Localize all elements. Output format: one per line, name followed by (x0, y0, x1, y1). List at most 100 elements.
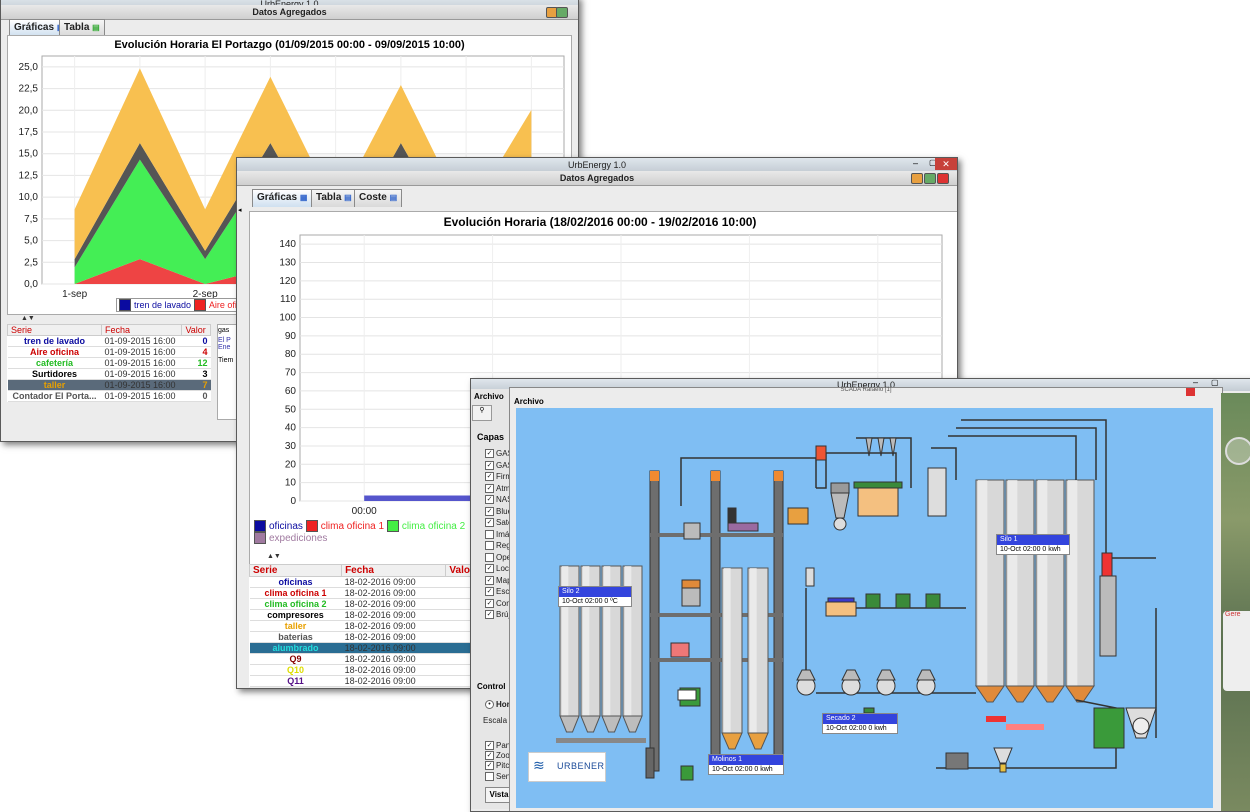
side-collapse-arrow[interactable]: ◂ (238, 206, 242, 214)
rotary-valve (833, 517, 847, 531)
checkbox-icon[interactable] (485, 541, 494, 551)
table-row[interactable]: tren de lavado 01-09-2015 16:00 0 (7, 335, 211, 347)
cell-serie: clima oficina 1 (249, 587, 342, 599)
table-row[interactable]: Q1018-02-2016 09:000 (249, 664, 489, 676)
cell-fecha: 18-02-2016 09:00 (341, 653, 446, 665)
cell-serie: Aire oficina (7, 346, 102, 358)
cell-valor: 12 (181, 357, 211, 369)
cell-serie: Q11 (249, 675, 342, 687)
tab-coste[interactable]: Coste ▤ (354, 189, 403, 207)
table-row[interactable]: cafetería 01-09-2015 16:00 12 (7, 357, 211, 369)
urbener-logo: ≋ URBENER (528, 752, 606, 782)
table-row[interactable]: alumbrado18-02-2016 09:0070 (249, 642, 489, 654)
minimize-button[interactable]: – (913, 158, 918, 168)
layer-checkbox[interactable]: ✓ Map (485, 576, 512, 585)
layer-checkbox[interactable]: Ope (485, 553, 511, 562)
map-view[interactable]: Gere (1221, 393, 1250, 811)
splitter-handle[interactable]: ▲▼ (267, 553, 281, 560)
table-row[interactable]: taller 01-09-2015 16:00 7 (7, 379, 211, 391)
heater (1006, 724, 1044, 730)
nav-checkbox[interactable]: ✓ Zoo (485, 751, 510, 761)
bag-filter (857, 487, 899, 517)
data-table-evolucion: Serie Fecha Valor oficinas 18-02-2016 09:00… (248, 564, 489, 687)
nav-checkbox[interactable]: ✓ Pan (485, 741, 510, 751)
conveyor (556, 738, 646, 743)
checkbox-icon[interactable]: ✓ (485, 751, 494, 761)
table-row[interactable]: Contador El Porta... 01-09-2015 16:00 0 (7, 390, 211, 402)
maximize-button[interactable]: ▢ (1211, 379, 1219, 387)
scada-canvas[interactable]: Silo 2 10-Oct 02:00 0 ºC Silo 1 10-Oct 0… (516, 408, 1213, 808)
tab-graficas[interactable]: Gráficas ▦ (252, 189, 313, 207)
checkbox-icon[interactable]: ✓ (485, 483, 494, 493)
minimize-button-inner[interactable] (911, 173, 923, 184)
splitter-handle[interactable]: ▲▼ (21, 315, 35, 322)
checkbox-icon[interactable]: ✓ (485, 598, 494, 608)
layer-checkbox[interactable]: ✓ Firm (485, 472, 512, 482)
radio-hor[interactable]: • Hor (485, 700, 510, 710)
cell-fecha: 18-02-2016 09:00 (341, 598, 446, 610)
cell-fecha: 18-02-2016 09:00 (341, 642, 446, 654)
legend-item: clima oficina 1 (305, 520, 384, 532)
conveyor-motor (727, 522, 759, 532)
tab-tabla[interactable]: Tabla ▤ (59, 19, 105, 36)
checkbox-icon[interactable] (485, 552, 494, 562)
y-tick-label: 25,0 (19, 62, 39, 73)
table-row[interactable]: taller18-02-2016 09:0013 (249, 620, 489, 632)
y-tick-label: 17,5 (19, 127, 39, 138)
menu-archivo[interactable]: Archivo (474, 392, 504, 401)
checkbox-icon[interactable]: ✓ (485, 610, 494, 620)
checkbox-icon[interactable]: ✓ (485, 587, 494, 597)
checkbox-icon[interactable]: ✓ (485, 761, 494, 771)
checkbox-icon[interactable]: ✓ (485, 518, 494, 528)
checkbox-icon[interactable]: ✓ (485, 575, 494, 585)
restore-button-inner[interactable] (924, 173, 936, 184)
close-button[interactable]: ✕ (935, 158, 957, 170)
compressor-face (677, 689, 697, 701)
column-cap (711, 471, 720, 481)
checkbox-icon[interactable]: ✓ (485, 472, 494, 482)
tab-tabla[interactable]: Tabla ▤ (311, 189, 357, 207)
close-button-inner[interactable] (937, 173, 949, 184)
bottom-tank (1132, 717, 1150, 735)
bag-filter-top (853, 481, 903, 489)
layer-checkbox[interactable]: ✓ Blue (485, 507, 512, 516)
checkbox-icon[interactable]: ✓ (485, 495, 494, 505)
chart-icon: ▦ (299, 193, 308, 202)
layer-checkbox[interactable]: ✓ Brúj (485, 610, 510, 620)
table-row[interactable]: compresores18-02-2016 09:0021 (249, 609, 489, 621)
elevator-unit (681, 587, 701, 607)
legend-evolucion: oficinas clima oficina 1 clima oficina 2… (254, 520, 468, 544)
cell-serie: Contador El Porta... (7, 390, 102, 402)
column-right (1099, 575, 1117, 657)
checkbox-icon[interactable]: ✓ (485, 741, 494, 751)
table-row[interactable]: baterias18-02-2016 09:000 (249, 631, 489, 643)
y-tick-label: 7,5 (24, 214, 38, 225)
checkbox-icon[interactable] (485, 529, 494, 539)
checkbox-icon[interactable] (485, 772, 494, 782)
checkbox-icon[interactable]: ✓ (485, 564, 494, 574)
table-row[interactable]: Q1118-02-2016 09:0010 (249, 675, 489, 687)
close-button-inner[interactable] (1186, 388, 1195, 396)
zoom-tool-button[interactable]: ⚲ (472, 405, 492, 421)
table-row[interactable]: clima oficina 218-02-2016 09:006 (249, 598, 489, 610)
table-row[interactable]: Q918-02-2016 09:005 (249, 653, 489, 665)
cell-fecha: 01-09-2015 16:00 (101, 368, 182, 380)
restore-button[interactable] (556, 7, 568, 18)
compass-icon (1225, 437, 1250, 465)
menu-archivo[interactable]: Archivo (514, 397, 544, 406)
table-row[interactable]: oficinas18-02-2016 09:003 (249, 576, 489, 588)
checkbox-icon[interactable]: ✓ (485, 460, 494, 470)
x-tick-label: 1-sep (62, 289, 87, 300)
layer-checkbox[interactable]: Imá (485, 530, 509, 539)
checkbox-icon[interactable]: ✓ (485, 449, 494, 459)
table-row[interactable]: Surtidores 01-09-2015 16:00 3 (7, 368, 211, 380)
y-tick-label: 0,0 (24, 279, 38, 290)
cyclone-top (830, 482, 850, 494)
table-row[interactable]: clima oficina 118-02-2016 09:007 (249, 587, 489, 599)
cell-valor: 3 (181, 368, 211, 380)
cell-serie: cafetería (7, 357, 102, 369)
checkbox-icon[interactable]: ✓ (485, 506, 494, 516)
table-row[interactable]: Aire oficina 01-09-2015 16:00 4 (7, 346, 211, 358)
minimize-button[interactable]: – (1193, 379, 1198, 387)
cell-valor: 0 (181, 390, 211, 402)
